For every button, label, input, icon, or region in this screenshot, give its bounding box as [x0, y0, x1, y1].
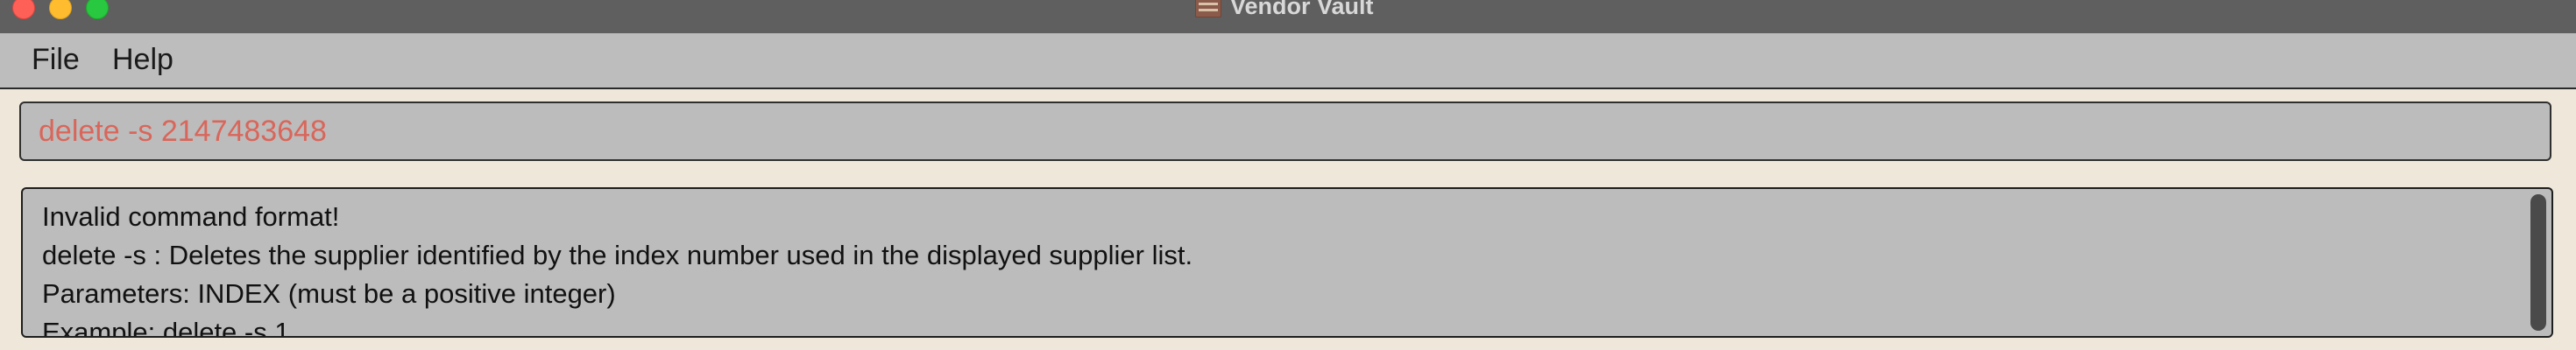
menu-bar: File Help	[0, 33, 2576, 89]
result-line-usage: delete -s : Deletes the supplier identif…	[42, 240, 1193, 270]
window-title: Vendor Vault	[1230, 0, 1374, 19]
result-line-error: Invalid command format!	[42, 201, 340, 232]
menu-file[interactable]: File	[28, 42, 83, 77]
result-text: Invalid command format! delete -s : Dele…	[42, 198, 2495, 338]
minimize-window-button[interactable]	[49, 0, 72, 19]
result-scrollbar[interactable]	[2529, 192, 2548, 332]
result-line-example: Example: delete -s 1	[42, 317, 290, 338]
result-scrollbar-thumb[interactable]	[2530, 194, 2546, 331]
vault-icon	[1195, 0, 1221, 18]
menu-help[interactable]: Help	[109, 42, 177, 77]
command-box	[19, 102, 2551, 161]
maximize-window-button[interactable]	[86, 0, 109, 19]
close-window-button[interactable]	[12, 0, 35, 19]
result-display: Invalid command format! delete -s : Dele…	[21, 187, 2553, 338]
command-input[interactable]	[39, 103, 2527, 159]
result-line-parameters: Parameters: INDEX (must be a positive in…	[42, 278, 616, 309]
title-bar: Vendor Vault	[0, 0, 2576, 34]
